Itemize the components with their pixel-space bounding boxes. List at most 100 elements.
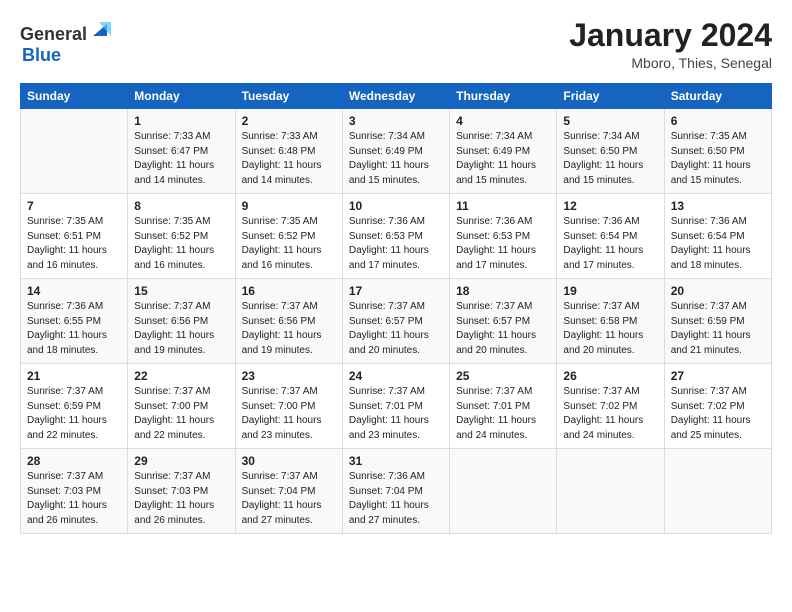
day-number: 10: [349, 199, 443, 213]
day-number: 21: [27, 369, 121, 383]
day-number: 15: [134, 284, 228, 298]
calendar-cell: 3 Sunrise: 7:34 AMSunset: 6:49 PMDaylight…: [342, 109, 449, 194]
header-day: Wednesday: [342, 84, 449, 109]
day-detail: Sunrise: 7:33 AMSunset: 6:47 PMDaylight:…: [134, 130, 228, 188]
day-number: 31: [349, 454, 443, 468]
calendar-cell: 2 Sunrise: 7:33 AMSunset: 6:48 PMDaylight…: [235, 109, 342, 194]
day-number: 27: [671, 369, 765, 383]
title-block: January 2024 Mboro, Thies, Senegal: [569, 18, 772, 71]
day-number: 24: [349, 369, 443, 383]
day-detail: Sunrise: 7:37 AMSunset: 7:03 PMDaylight:…: [134, 470, 228, 528]
day-detail: Sunrise: 7:37 AMSunset: 7:02 PMDaylight:…: [563, 385, 657, 443]
day-number: 26: [563, 369, 657, 383]
day-number: 9: [242, 199, 336, 213]
day-detail: Sunrise: 7:37 AMSunset: 6:59 PMDaylight:…: [27, 385, 121, 443]
day-detail: Sunrise: 7:34 AMSunset: 6:49 PMDaylight:…: [349, 130, 443, 188]
day-number: 22: [134, 369, 228, 383]
day-number: 18: [456, 284, 550, 298]
day-number: 4: [456, 114, 550, 128]
calendar-cell: [664, 449, 771, 534]
calendar-cell: 6Sunrise: 7:35 AMSunset: 6:50 PMDaylight…: [664, 109, 771, 194]
calendar-cell: 9 Sunrise: 7:35 AMSunset: 6:52 PMDaylight…: [235, 194, 342, 279]
day-detail: Sunrise: 7:37 AMSunset: 7:00 PMDaylight:…: [242, 385, 336, 443]
header-day: Saturday: [664, 84, 771, 109]
day-detail: Sunrise: 7:37 AMSunset: 7:02 PMDaylight:…: [671, 385, 765, 443]
header-day: Tuesday: [235, 84, 342, 109]
calendar-cell: 1 Sunrise: 7:33 AMSunset: 6:47 PMDaylight…: [128, 109, 235, 194]
calendar-cell: 29 Sunrise: 7:37 AMSunset: 7:03 PMDayligh…: [128, 449, 235, 534]
day-detail: Sunrise: 7:36 AMSunset: 6:54 PMDaylight:…: [563, 215, 657, 273]
day-number: 29: [134, 454, 228, 468]
day-number: 28: [27, 454, 121, 468]
calendar-cell: 5Sunrise: 7:34 AMSunset: 6:50 PMDaylight…: [557, 109, 664, 194]
day-detail: Sunrise: 7:37 AMSunset: 6:56 PMDaylight:…: [134, 300, 228, 358]
day-detail: Sunrise: 7:37 AMSunset: 6:56 PMDaylight:…: [242, 300, 336, 358]
day-number: 8: [134, 199, 228, 213]
day-detail: Sunrise: 7:37 AMSunset: 7:00 PMDaylight:…: [134, 385, 228, 443]
calendar-cell: 25Sunrise: 7:37 AMSunset: 7:01 PMDayligh…: [450, 364, 557, 449]
calendar-cell: 14Sunrise: 7:36 AMSunset: 6:55 PMDayligh…: [21, 279, 128, 364]
calendar-cell: 31 Sunrise: 7:36 AMSunset: 7:04 PMDayligh…: [342, 449, 449, 534]
logo-general: General: [20, 24, 87, 44]
day-detail: Sunrise: 7:37 AMSunset: 6:59 PMDaylight:…: [671, 300, 765, 358]
calendar-cell: 4 Sunrise: 7:34 AMSunset: 6:49 PMDaylight…: [450, 109, 557, 194]
calendar-cell: 15 Sunrise: 7:37 AMSunset: 6:56 PMDayligh…: [128, 279, 235, 364]
day-detail: Sunrise: 7:33 AMSunset: 6:48 PMDaylight:…: [242, 130, 336, 188]
day-number: 3: [349, 114, 443, 128]
day-number: 25: [456, 369, 550, 383]
day-number: 30: [242, 454, 336, 468]
calendar-cell: [557, 449, 664, 534]
logo-blue: Blue: [22, 45, 61, 65]
day-detail: Sunrise: 7:37 AMSunset: 7:03 PMDaylight:…: [27, 470, 121, 528]
day-number: 13: [671, 199, 765, 213]
calendar-cell: 10 Sunrise: 7:36 AMSunset: 6:53 PMDayligh…: [342, 194, 449, 279]
header-row: SundayMondayTuesdayWednesdayThursdayFrid…: [21, 84, 772, 109]
day-number: 7: [27, 199, 121, 213]
location: Mboro, Thies, Senegal: [569, 55, 772, 71]
calendar-cell: 20 Sunrise: 7:37 AMSunset: 6:59 PMDayligh…: [664, 279, 771, 364]
day-detail: Sunrise: 7:37 AMSunset: 7:01 PMDaylight:…: [349, 385, 443, 443]
calendar-cell: 30 Sunrise: 7:37 AMSunset: 7:04 PMDayligh…: [235, 449, 342, 534]
calendar-cell: 17Sunrise: 7:37 AMSunset: 6:57 PMDayligh…: [342, 279, 449, 364]
calendar-table: SundayMondayTuesdayWednesdayThursdayFrid…: [20, 83, 772, 534]
header-day: Friday: [557, 84, 664, 109]
logo: General Blue: [20, 18, 111, 66]
calendar-cell: 28 Sunrise: 7:37 AMSunset: 7:03 PMDayligh…: [21, 449, 128, 534]
day-number: 5: [563, 114, 657, 128]
logo-triangle-icon: [89, 18, 111, 40]
day-number: 14: [27, 284, 121, 298]
header-day: Thursday: [450, 84, 557, 109]
header-day: Monday: [128, 84, 235, 109]
calendar-cell: 22 Sunrise: 7:37 AMSunset: 7:00 PMDayligh…: [128, 364, 235, 449]
day-detail: Sunrise: 7:36 AMSunset: 6:53 PMDaylight:…: [349, 215, 443, 273]
day-detail: Sunrise: 7:37 AMSunset: 6:58 PMDaylight:…: [563, 300, 657, 358]
day-detail: Sunrise: 7:35 AMSunset: 6:52 PMDaylight:…: [134, 215, 228, 273]
day-detail: Sunrise: 7:34 AMSunset: 6:49 PMDaylight:…: [456, 130, 550, 188]
day-number: 1: [134, 114, 228, 128]
calendar-cell: 13 Sunrise: 7:36 AMSunset: 6:54 PMDayligh…: [664, 194, 771, 279]
day-number: 20: [671, 284, 765, 298]
day-detail: Sunrise: 7:36 AMSunset: 6:54 PMDaylight:…: [671, 215, 765, 273]
calendar-cell: 27 Sunrise: 7:37 AMSunset: 7:02 PMDayligh…: [664, 364, 771, 449]
day-detail: Sunrise: 7:37 AMSunset: 7:04 PMDaylight:…: [242, 470, 336, 528]
day-number: 2: [242, 114, 336, 128]
calendar-cell: 7Sunrise: 7:35 AMSunset: 6:51 PMDaylight…: [21, 194, 128, 279]
header-day: Sunday: [21, 84, 128, 109]
month-title: January 2024: [569, 18, 772, 53]
calendar-body: 1 Sunrise: 7:33 AMSunset: 6:47 PMDaylight…: [21, 109, 772, 534]
calendar-cell: 16Sunrise: 7:37 AMSunset: 6:56 PMDayligh…: [235, 279, 342, 364]
calendar-cell: 23 Sunrise: 7:37 AMSunset: 7:00 PMDayligh…: [235, 364, 342, 449]
day-detail: Sunrise: 7:36 AMSunset: 7:04 PMDaylight:…: [349, 470, 443, 528]
day-detail: Sunrise: 7:35 AMSunset: 6:52 PMDaylight:…: [242, 215, 336, 273]
calendar-header: SundayMondayTuesdayWednesdayThursdayFrid…: [21, 84, 772, 109]
calendar-week-row: 1 Sunrise: 7:33 AMSunset: 6:47 PMDaylight…: [21, 109, 772, 194]
day-detail: Sunrise: 7:37 AMSunset: 6:57 PMDaylight:…: [456, 300, 550, 358]
day-number: 23: [242, 369, 336, 383]
day-number: 19: [563, 284, 657, 298]
page-header: General Blue January 2024 Mboro, Thies, …: [20, 18, 772, 71]
day-number: 17: [349, 284, 443, 298]
calendar-cell: 26 Sunrise: 7:37 AMSunset: 7:02 PMDayligh…: [557, 364, 664, 449]
day-number: 6: [671, 114, 765, 128]
calendar-cell: 11Sunrise: 7:36 AMSunset: 6:53 PMDayligh…: [450, 194, 557, 279]
day-detail: Sunrise: 7:36 AMSunset: 6:53 PMDaylight:…: [456, 215, 550, 273]
